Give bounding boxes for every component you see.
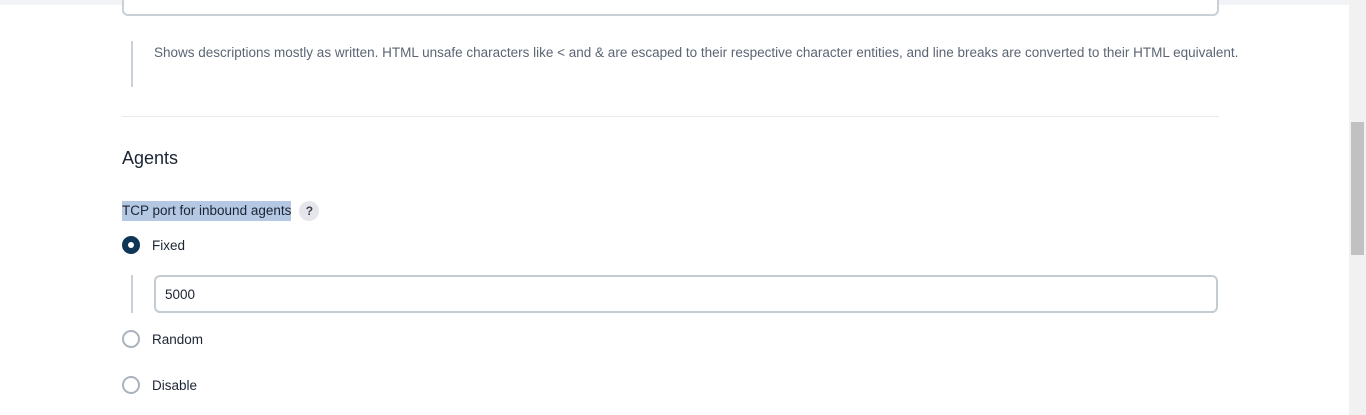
help-icon[interactable]: ? [299, 201, 320, 221]
radio-option-random[interactable]: Random [122, 328, 203, 350]
radio-option-fixed[interactable]: Fixed [122, 234, 185, 256]
vertical-scrollbar[interactable] [1349, 0, 1366, 415]
section-title-agents: Agents [122, 148, 179, 168]
scrollbar-thumb[interactable] [1351, 122, 1364, 255]
radio-fixed-label: Fixed [152, 237, 186, 253]
description-text: Shows descriptions mostly as written. HT… [154, 45, 1239, 60]
markup-formatter-select[interactable] [122, 0, 1219, 16]
tcp-port-label-row: TCP port for inbound agents ? [122, 201, 320, 221]
radio-option-disable[interactable]: Disable [122, 374, 197, 396]
radio-disable-label: Disable [152, 377, 198, 393]
radio-random-label: Random [152, 331, 204, 347]
radio-disable[interactable] [122, 376, 140, 394]
markup-formatter-description: Shows descriptions mostly as written. HT… [131, 41, 1239, 87]
radio-fixed[interactable] [122, 236, 140, 254]
radio-random[interactable] [122, 330, 140, 348]
fixed-port-input[interactable] [154, 275, 1218, 313]
page-viewport: Shows descriptions mostly as written. HT… [0, 0, 1366, 415]
fixed-port-container [131, 275, 1218, 313]
section-separator [122, 116, 1219, 117]
tcp-port-label: TCP port for inbound agents [122, 201, 292, 221]
